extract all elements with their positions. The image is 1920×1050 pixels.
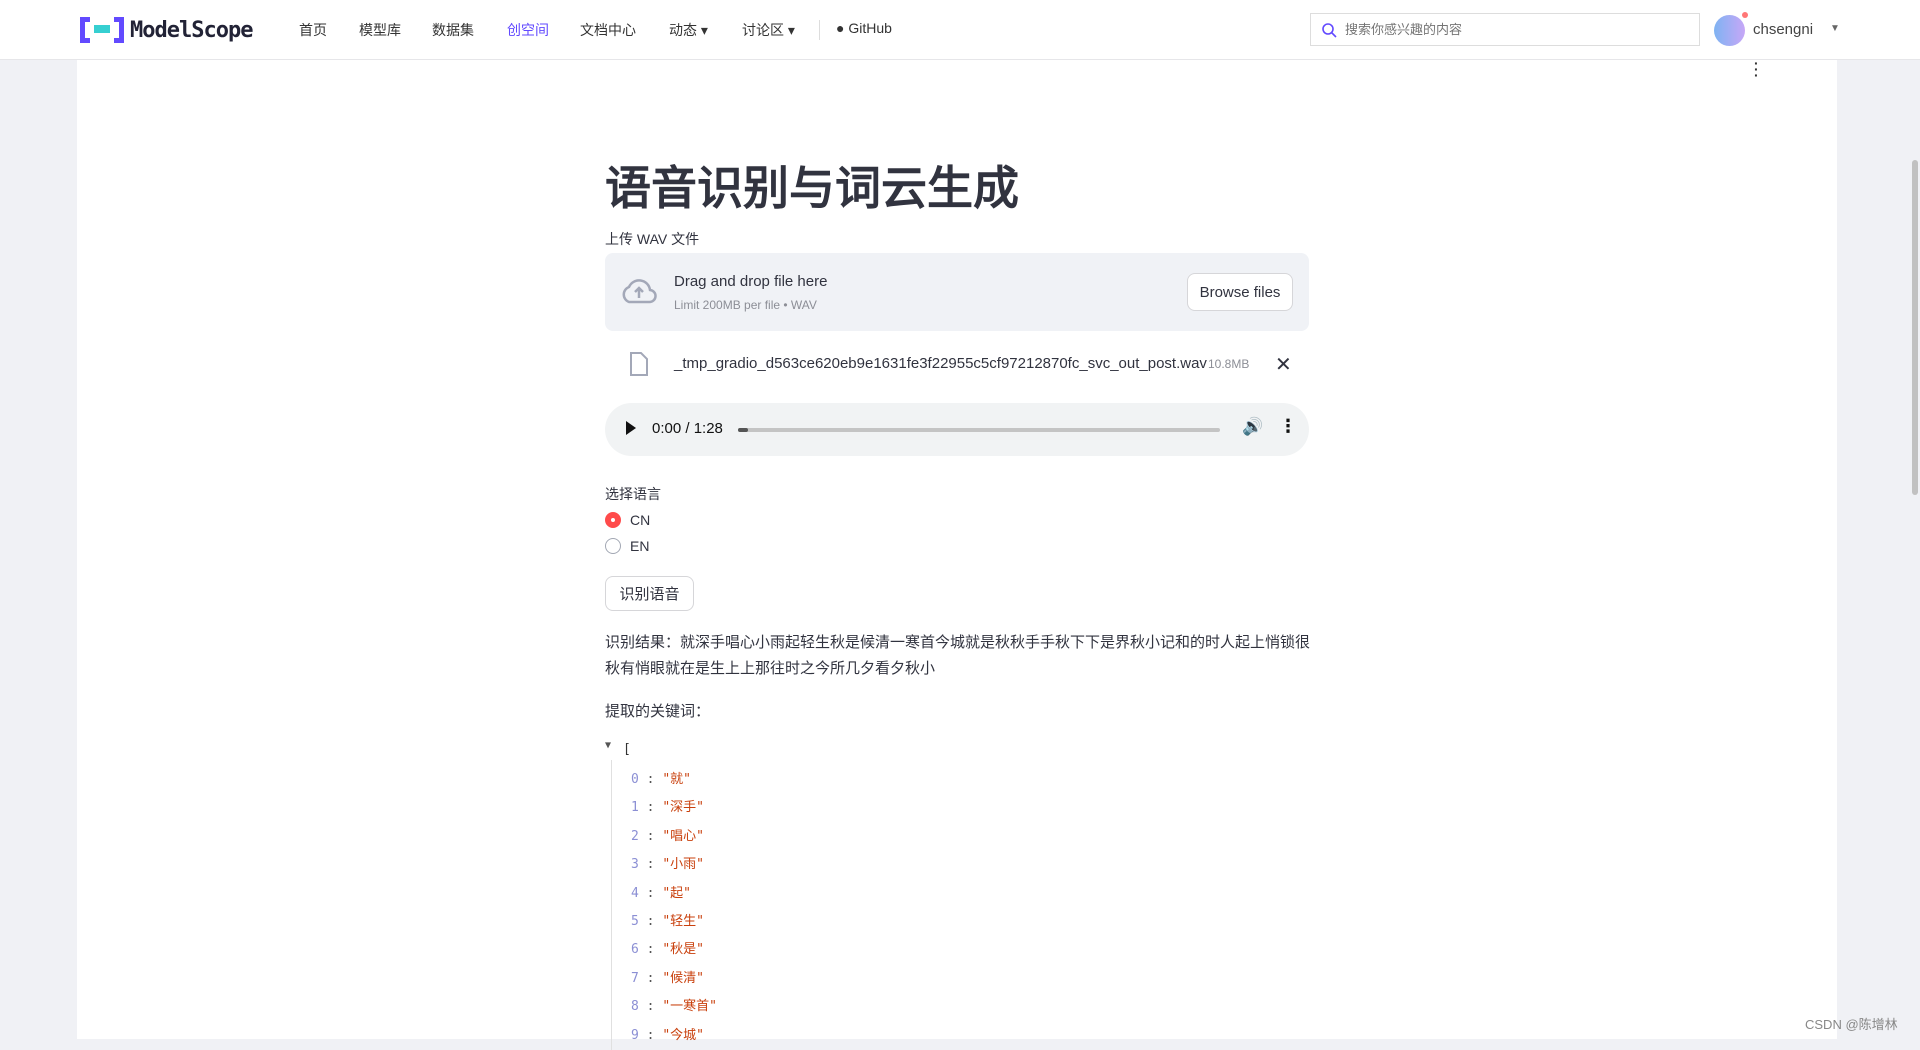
scrollbar[interactable] — [1912, 160, 1918, 495]
json-item: 3 : "小雨" — [631, 853, 704, 872]
json-colon: : — [638, 914, 663, 929]
json-colon: : — [638, 970, 663, 986]
json-index: 2 — [631, 828, 639, 844]
json-value: "一寒首" — [662, 999, 717, 1015]
logo-icon — [80, 17, 124, 43]
file-size: 10.8MB — [1208, 357, 1250, 371]
json-value: "小雨" — [662, 857, 704, 873]
radio-cn[interactable]: CN — [605, 512, 650, 528]
json-index: 5 — [631, 914, 639, 929]
nav-models[interactable]: 模型库 — [359, 20, 401, 40]
json-item: 5 : "轻生" — [631, 910, 704, 929]
json-index: 3 — [631, 857, 639, 873]
file-icon — [630, 352, 648, 376]
json-item: 1 : "深手" — [631, 796, 704, 815]
json-colon: : — [638, 885, 663, 901]
json-value: "唱心" — [662, 828, 704, 844]
nav-home[interactable]: 首页 — [299, 20, 327, 40]
logo-text: ModelScope — [130, 17, 253, 43]
json-item: 2 : "唱心" — [631, 825, 704, 844]
top-nav-bar: ModelScope 首页 模型库 数据集 创空间 文档中心 动态 ▾ 讨论区 … — [0, 0, 1920, 60]
page-title: 语音识别与词云生成 — [605, 162, 1019, 214]
volume-icon[interactable]: 🔊 — [1242, 417, 1263, 437]
github-icon: ● — [836, 20, 845, 36]
browse-files-button[interactable]: Browse files — [1187, 273, 1293, 311]
json-value: "深手" — [662, 800, 704, 816]
recognize-button[interactable]: 识别语音 — [605, 576, 694, 611]
json-item: 7 : "候清" — [631, 967, 704, 986]
json-index: 8 — [631, 999, 639, 1015]
more-options-icon[interactable]: ⋮ — [1279, 416, 1297, 437]
json-colon: : — [638, 772, 663, 787]
nav-docs[interactable]: 文档中心 — [580, 20, 636, 40]
drop-text: Drag and drop file here — [674, 273, 828, 290]
json-colon: : — [638, 942, 663, 958]
json-bracket: [ — [623, 742, 631, 757]
json-colon: : — [638, 1027, 663, 1043]
json-value: "今城" — [662, 1027, 704, 1043]
radio-button-selected[interactable] — [605, 512, 621, 528]
json-value: "秋是" — [662, 942, 704, 958]
uploaded-file: _tmp_gradio_d563ce620eb9e1631fe3f22955c5… — [605, 350, 1309, 380]
json-index: 7 — [631, 970, 639, 986]
radio-label: CN — [630, 512, 651, 528]
json-item: 6 : "秋是" — [631, 938, 704, 957]
json-colon: : — [638, 828, 663, 844]
cloud-upload-icon — [622, 279, 657, 304]
nav-divider — [819, 20, 820, 40]
upload-label: 上传 WAV 文件 — [605, 231, 700, 247]
drop-limit: Limit 200MB per file • WAV — [674, 298, 817, 312]
json-value: "起" — [662, 885, 691, 901]
file-dropzone[interactable]: Drag and drop file here Limit 200MB per … — [605, 253, 1309, 331]
json-index: 4 — [631, 885, 639, 901]
keywords-label: 提取的关键词： — [605, 703, 711, 720]
search-input[interactable] — [1345, 22, 1685, 37]
modelscope-logo[interactable]: ModelScope — [80, 17, 253, 43]
radio-label: EN — [630, 538, 650, 554]
github-label: GitHub — [848, 20, 892, 36]
json-item: 0 : "就" — [631, 768, 691, 787]
language-label: 选择语言 — [605, 486, 661, 502]
json-index: 0 — [631, 772, 639, 787]
recognition-result: 识别结果：就深手唱心小雨起轻生秋是候清一寒首今城就是秋秋手手秋下下是界秋小记和的… — [605, 634, 1311, 677]
nav-datasets[interactable]: 数据集 — [432, 20, 474, 40]
json-indent-guide — [611, 760, 612, 1050]
json-value: "候清" — [662, 970, 704, 986]
notification-dot — [1742, 12, 1748, 18]
nav-studios[interactable]: 创空间 — [507, 20, 549, 40]
json-index: 6 — [631, 942, 639, 958]
json-value: "轻生" — [662, 914, 704, 929]
json-colon: : — [638, 857, 663, 873]
radio-button[interactable] — [605, 538, 621, 554]
app-menu-icon[interactable]: · · · — [1754, 56, 1759, 82]
json-item: 8 : "一寒首" — [631, 995, 717, 1014]
remove-file-icon[interactable]: ✕ — [1275, 352, 1292, 377]
username[interactable]: chsengni — [1753, 21, 1813, 38]
nav-github[interactable]: ● GitHub — [836, 20, 892, 36]
nav-forum[interactable]: 讨论区 ▾ — [742, 20, 795, 40]
nav-news[interactable]: 动态 ▾ — [669, 20, 708, 40]
json-index: 1 — [631, 800, 639, 816]
json-colon: : — [638, 999, 663, 1015]
json-index: 9 — [631, 1027, 639, 1043]
caret-down-icon[interactable]: ▼ — [1830, 23, 1840, 34]
audio-time: 0:00 / 1:28 — [652, 420, 723, 437]
json-value: "就" — [662, 772, 691, 787]
play-icon[interactable] — [626, 421, 636, 435]
search-icon — [1322, 22, 1337, 38]
radio-en[interactable]: EN — [605, 538, 649, 554]
audio-seek-bar[interactable] — [738, 428, 1220, 432]
json-item: 4 : "起" — [631, 882, 691, 901]
watermark: CSDN @陈增林 — [1805, 1017, 1898, 1032]
json-colon: : — [638, 800, 663, 816]
avatar[interactable] — [1714, 15, 1745, 46]
json-item: 9 : "今城" — [631, 1024, 704, 1043]
audio-player: 0:00 / 1:28 🔊 ⋮ — [605, 403, 1309, 456]
collapse-toggle-icon[interactable]: ▼ — [605, 740, 611, 751]
file-name: _tmp_gradio_d563ce620eb9e1631fe3f22955c5… — [674, 355, 1207, 372]
search-box[interactable] — [1310, 13, 1700, 46]
